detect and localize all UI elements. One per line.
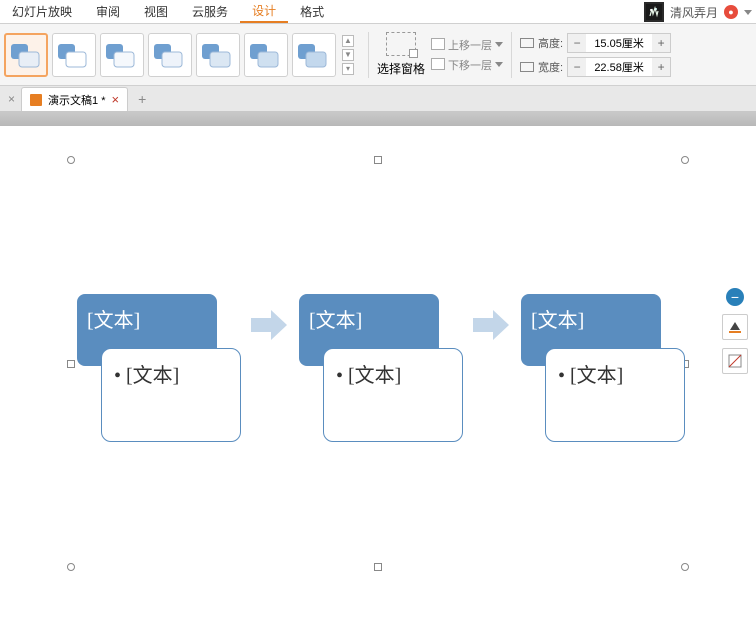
ribbon: ▲ ▼ ▾ 选择窗格 上移一层 下移一层 高度: − + 宽度: − [0,24,756,86]
width-input[interactable] [586,61,652,73]
height-decrement[interactable]: − [568,34,586,52]
username: 清风弄月 [670,4,718,21]
width-decrement[interactable]: − [568,58,586,76]
width-icon [520,62,534,72]
node-title: [文本] [309,310,362,332]
menu-design[interactable]: 设计 [240,0,288,23]
chevron-down-icon [495,62,503,67]
resize-handle[interactable] [67,360,75,368]
height-input[interactable] [586,37,652,49]
width-increment[interactable]: + [652,58,670,76]
menubar: 幻灯片放映 审阅 视图 云服务 设计 格式 清风弄月 ● [0,0,756,24]
canvas: [文本] [文本] [文本] [文本] [文本] [文本] − [0,112,756,634]
style-gallery: ▲ ▼ ▾ [2,28,360,82]
width-spinner[interactable]: − + [567,57,671,77]
resize-handle[interactable] [374,156,382,164]
style-thumb-2[interactable] [52,33,96,77]
style-thumb-5[interactable] [196,33,240,77]
node-bullet: [文本] [114,365,179,387]
gallery-expand-icon[interactable]: ▾ [342,63,354,75]
resize-handle[interactable] [681,563,689,571]
style-thumb-1[interactable] [4,33,48,77]
send-backward-icon [433,60,445,70]
style-thumb-4[interactable] [148,33,192,77]
node-title: [文本] [531,310,584,332]
style-thumb-3[interactable] [100,33,144,77]
send-backward[interactable]: 下移一层 [433,57,503,73]
style-thumb-7[interactable] [292,33,336,77]
document-tabbar: × 演示文稿1 * × + [0,86,756,112]
height-increment[interactable]: + [652,34,670,52]
height-icon [520,38,534,48]
presentation-icon [30,94,42,106]
notification-icon[interactable]: ● [724,5,738,19]
node-bullet-box[interactable]: [文本] [323,348,463,442]
gallery-scroll: ▲ ▼ ▾ [342,35,358,75]
node-bullet: [文本] [558,365,623,387]
style-thumb-6[interactable] [244,33,288,77]
add-tab-button[interactable]: + [130,87,154,111]
resize-handle[interactable] [67,563,75,571]
height-spinner[interactable]: − + [567,33,671,53]
bring-forward[interactable]: 上移一层 [433,37,503,53]
gallery-up-icon[interactable]: ▲ [342,35,354,47]
fill-tool[interactable] [722,314,748,340]
side-toolbar: − [722,288,748,374]
document-tab[interactable]: 演示文稿1 * × [21,87,128,111]
selection-pane-group[interactable]: 选择窗格 [377,32,425,77]
chevron-down-icon[interactable] [744,10,752,15]
layer-group: 上移一层 下移一层 [433,37,503,73]
resize-handle[interactable] [67,156,75,164]
selection-pane-label: 选择窗格 [377,60,425,77]
resize-handle[interactable] [681,156,689,164]
selection-pane-icon [386,32,416,56]
tab-close-icon[interactable]: × [111,92,119,107]
height-label: 高度: [538,35,563,51]
close-icon[interactable]: × [4,92,19,106]
node-bullet-box[interactable]: [文本] [101,348,241,442]
size-group: 高度: − + 宽度: − + [520,33,671,77]
resize-handle[interactable] [374,563,382,571]
node-bullet-box[interactable]: [文本] [545,348,685,442]
separator [368,32,369,78]
separator [511,32,512,78]
arrow-icon [251,310,287,340]
document-title: 演示文稿1 * [48,92,105,108]
width-label: 宽度: [538,59,563,75]
node-title: [文本] [87,310,140,332]
menu-slideshow[interactable]: 幻灯片放映 [0,0,84,23]
node-bullet: [文本] [336,365,401,387]
gallery-down-icon[interactable]: ▼ [342,49,354,61]
avatar[interactable] [644,2,664,22]
menu-review[interactable]: 审阅 [84,0,132,23]
bring-forward-icon [433,40,445,50]
ruler-strip [0,112,756,126]
collapse-button[interactable]: − [726,288,744,306]
menu-cloud[interactable]: 云服务 [180,0,240,23]
smartart-selection[interactable]: [文本] [文本] [文本] [文本] [文本] [文本] [71,160,685,567]
user-area: 清风弄月 ● [644,0,752,24]
menu-format[interactable]: 格式 [288,0,336,23]
chevron-down-icon [495,42,503,47]
crop-tool[interactable] [722,348,748,374]
menu-view[interactable]: 视图 [132,0,180,23]
arrow-icon [473,310,509,340]
